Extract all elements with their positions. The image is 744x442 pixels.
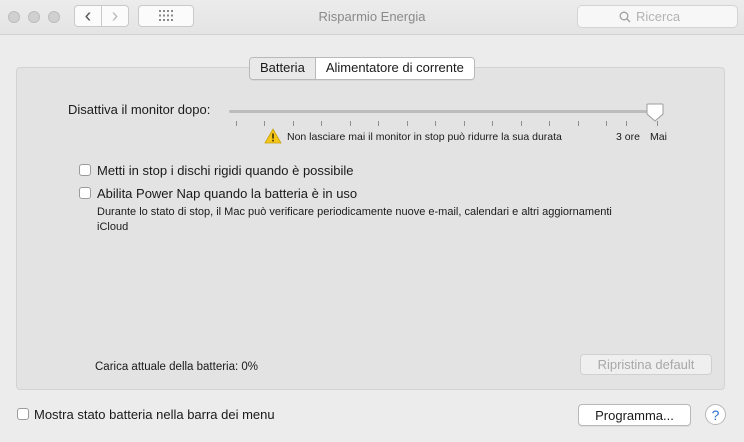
slider-tick [464, 121, 465, 126]
slider-tick [626, 121, 627, 126]
search-field[interactable] [577, 5, 738, 28]
slider-tick [236, 121, 237, 126]
warning-text: Non lasciare mai il monitor in stop può … [287, 131, 562, 143]
slider-tick [293, 121, 294, 126]
slider-tick [407, 121, 408, 126]
slider-tick [492, 121, 493, 126]
slider-tick [264, 121, 265, 126]
show-battery-status-label[interactable]: Mostra stato batteria nella barra dei me… [34, 407, 275, 422]
slider-tick [521, 121, 522, 126]
slider-tick [321, 121, 322, 126]
title-bar: ‹ › Risparmio Energia [0, 0, 744, 35]
power-nap-checkbox[interactable] [79, 187, 91, 199]
slider-tick [578, 121, 579, 126]
slider-label-3h: 3 ore [616, 131, 640, 143]
slider-tick [606, 121, 607, 126]
search-input[interactable] [636, 9, 696, 24]
slider-label-never: Mai [650, 131, 667, 143]
monitor-sleep-slider-track[interactable] [229, 110, 658, 113]
tab-batteria[interactable]: Batteria [250, 58, 316, 79]
show-battery-status-checkbox[interactable] [17, 408, 29, 420]
warning-icon [264, 128, 282, 147]
restore-default-button[interactable]: Ripristina default [580, 354, 712, 375]
slider-tick [350, 121, 351, 126]
disks-sleep-label[interactable]: Metti in stop i dischi rigidi quando è p… [97, 163, 354, 178]
search-icon [619, 11, 631, 23]
slider-tick [378, 121, 379, 126]
slider-tick [549, 121, 550, 126]
power-nap-description: Durante lo stato di stop, il Mac può ver… [97, 206, 612, 233]
tab-alimentatore[interactable]: Alimentatore di corrente [315, 58, 474, 79]
help-icon[interactable]: ? [705, 404, 726, 425]
monitor-sleep-slider-thumb[interactable] [646, 103, 664, 122]
tab-bar: Batteria Alimentatore di corrente [249, 57, 475, 80]
schedule-button[interactable]: Programma... [578, 404, 691, 426]
slider-tick [435, 121, 436, 126]
power-nap-label[interactable]: Abilita Power Nap quando la batteria è i… [97, 186, 357, 201]
disks-sleep-checkbox[interactable] [79, 164, 91, 176]
monitor-sleep-label: Disattiva il monitor dopo: [68, 102, 211, 117]
battery-charge-status: Carica attuale della batteria: 0% [95, 361, 259, 373]
